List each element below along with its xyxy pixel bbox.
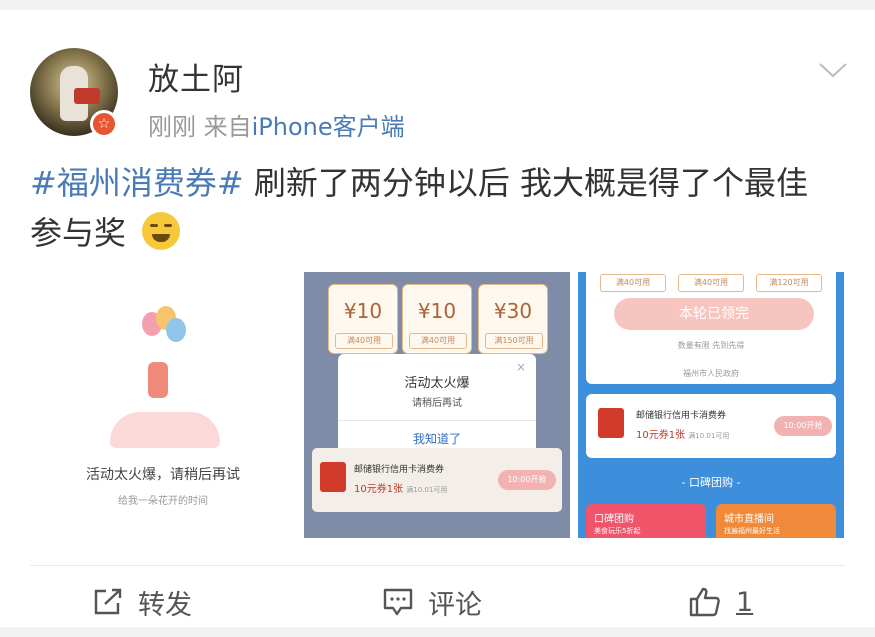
coupon-value: ¥30	[493, 299, 533, 323]
floating-figure	[148, 362, 168, 398]
coupon-card: ¥10 满40可用	[328, 284, 398, 354]
error-subtitle: 给我一朵花开的时间	[118, 496, 208, 507]
coupon-card: ¥30 满150可用	[478, 284, 548, 354]
source-prefix: 来自	[203, 113, 252, 141]
tile-title: 口碑团购	[594, 514, 634, 525]
section-title: - 口碑团购 -	[681, 476, 741, 489]
alert-dialog: × 活动太火爆 请稍后再试 我知道了	[338, 354, 536, 454]
dialog-divider	[338, 420, 536, 421]
source-link[interactable]: iPhone客户端	[252, 113, 405, 141]
coupon-card: ¥10 满40可用	[402, 284, 472, 354]
coupon-condition: 满40可用	[409, 333, 467, 349]
comment-icon	[383, 588, 413, 616]
coupon-tag: 满40可用	[678, 274, 744, 292]
tile-subtitle: 找遍福州最好生活	[724, 527, 780, 535]
grab-button[interactable]: 10:00开抢	[498, 470, 556, 490]
claimed-button[interactable]: 本轮已领完	[614, 298, 814, 330]
post-content: #福州消费券# 刷新了两分钟以后 我大概是得了个最佳参与奖	[30, 158, 830, 258]
post-image-3[interactable]: 满40可用 满40可用 满120可用 本轮已领完 数量有限 先到先得 福州市人民…	[578, 272, 844, 538]
divider	[30, 565, 845, 566]
error-title: 活动太火爆，请稍后再试	[86, 467, 240, 483]
thumbs-up-icon	[689, 587, 720, 617]
bank-coupon-amount: 10元券1张 满10.01可用	[636, 430, 730, 441]
username[interactable]: 放土阿	[148, 54, 244, 99]
coupon-panel: 满40可用 满40可用 满120可用 本轮已领完 数量有限 先到先得 福州市人民…	[586, 272, 836, 384]
tile-title: 城市直播间	[724, 514, 774, 525]
repost-label: 转发	[138, 589, 192, 621]
coupon-value: ¥10	[417, 299, 457, 323]
post-image-2[interactable]: ¥10 满40可用 ¥10 满40可用 ¥30 满150可用 × 活动太火爆 请…	[304, 272, 570, 538]
promo-tile[interactable]: 口碑团购 美食玩乐5折起	[586, 504, 706, 538]
bank-coupon-amount: 10元券1张 满10.01可用	[354, 484, 448, 495]
like-button[interactable]: 1	[688, 582, 753, 622]
comment-label: 评论	[428, 589, 482, 621]
gov-note: 福州市人民政府	[683, 369, 739, 378]
comment-button[interactable]: 评论	[382, 582, 482, 622]
coupon-tag: 满120可用	[756, 274, 822, 292]
tile-subtitle: 美食玩乐5折起	[594, 527, 641, 535]
dialog-ok-button[interactable]: 我知道了	[338, 430, 536, 447]
like-count: 1	[736, 586, 754, 618]
post-time: 刚刚	[148, 113, 196, 141]
bank-coupon-card: 邮储银行信用卡消费券 10元券1张 满10.01可用 10:00开抢	[312, 448, 562, 512]
limited-note: 数量有限 先到先得	[677, 341, 745, 350]
coupon-tag: 满40可用	[600, 274, 666, 292]
bank-coupon-name: 邮储银行信用卡消费券	[636, 411, 727, 421]
chevron-down-icon[interactable]	[818, 60, 848, 80]
clouds-illustration	[110, 412, 220, 448]
coupon-condition: 满150可用	[485, 333, 543, 349]
weibo-post-card: ☆ 放土阿 刚刚 来自iPhone客户端 #福州消费券# 刷新了两分钟以后 我大…	[0, 10, 875, 627]
repost-button[interactable]: 转发	[92, 582, 192, 622]
bank-coupon-card: 邮储银行信用卡消费券 10元券1张 满10.01可用 10:00开抢	[586, 394, 836, 458]
topic-link[interactable]: #福州消费券#	[30, 164, 244, 202]
grab-button[interactable]: 10:00开抢	[774, 416, 832, 436]
verified-badge-icon: ☆	[90, 110, 118, 138]
post-image-1[interactable]: 活动太火爆，请稍后再试 给我一朵花开的时间	[30, 272, 296, 538]
dialog-title: 活动太火爆	[404, 376, 470, 391]
dialog-subtitle: 请稍后再试	[412, 398, 462, 409]
coupon-condition: 满40可用	[335, 333, 393, 349]
coupon-value: ¥10	[343, 299, 383, 323]
grin-sweat-emoji-icon	[142, 212, 181, 250]
promo-tile[interactable]: 城市直播间 找遍福州最好生活	[716, 504, 836, 538]
bank-logo-icon	[320, 462, 346, 492]
avatar-detail	[74, 88, 100, 104]
post-meta: 刚刚 来自iPhone客户端	[148, 107, 405, 142]
bank-coupon-name: 邮储银行信用卡消费券	[354, 465, 445, 475]
bank-logo-icon	[598, 408, 624, 438]
repost-icon	[94, 588, 122, 615]
